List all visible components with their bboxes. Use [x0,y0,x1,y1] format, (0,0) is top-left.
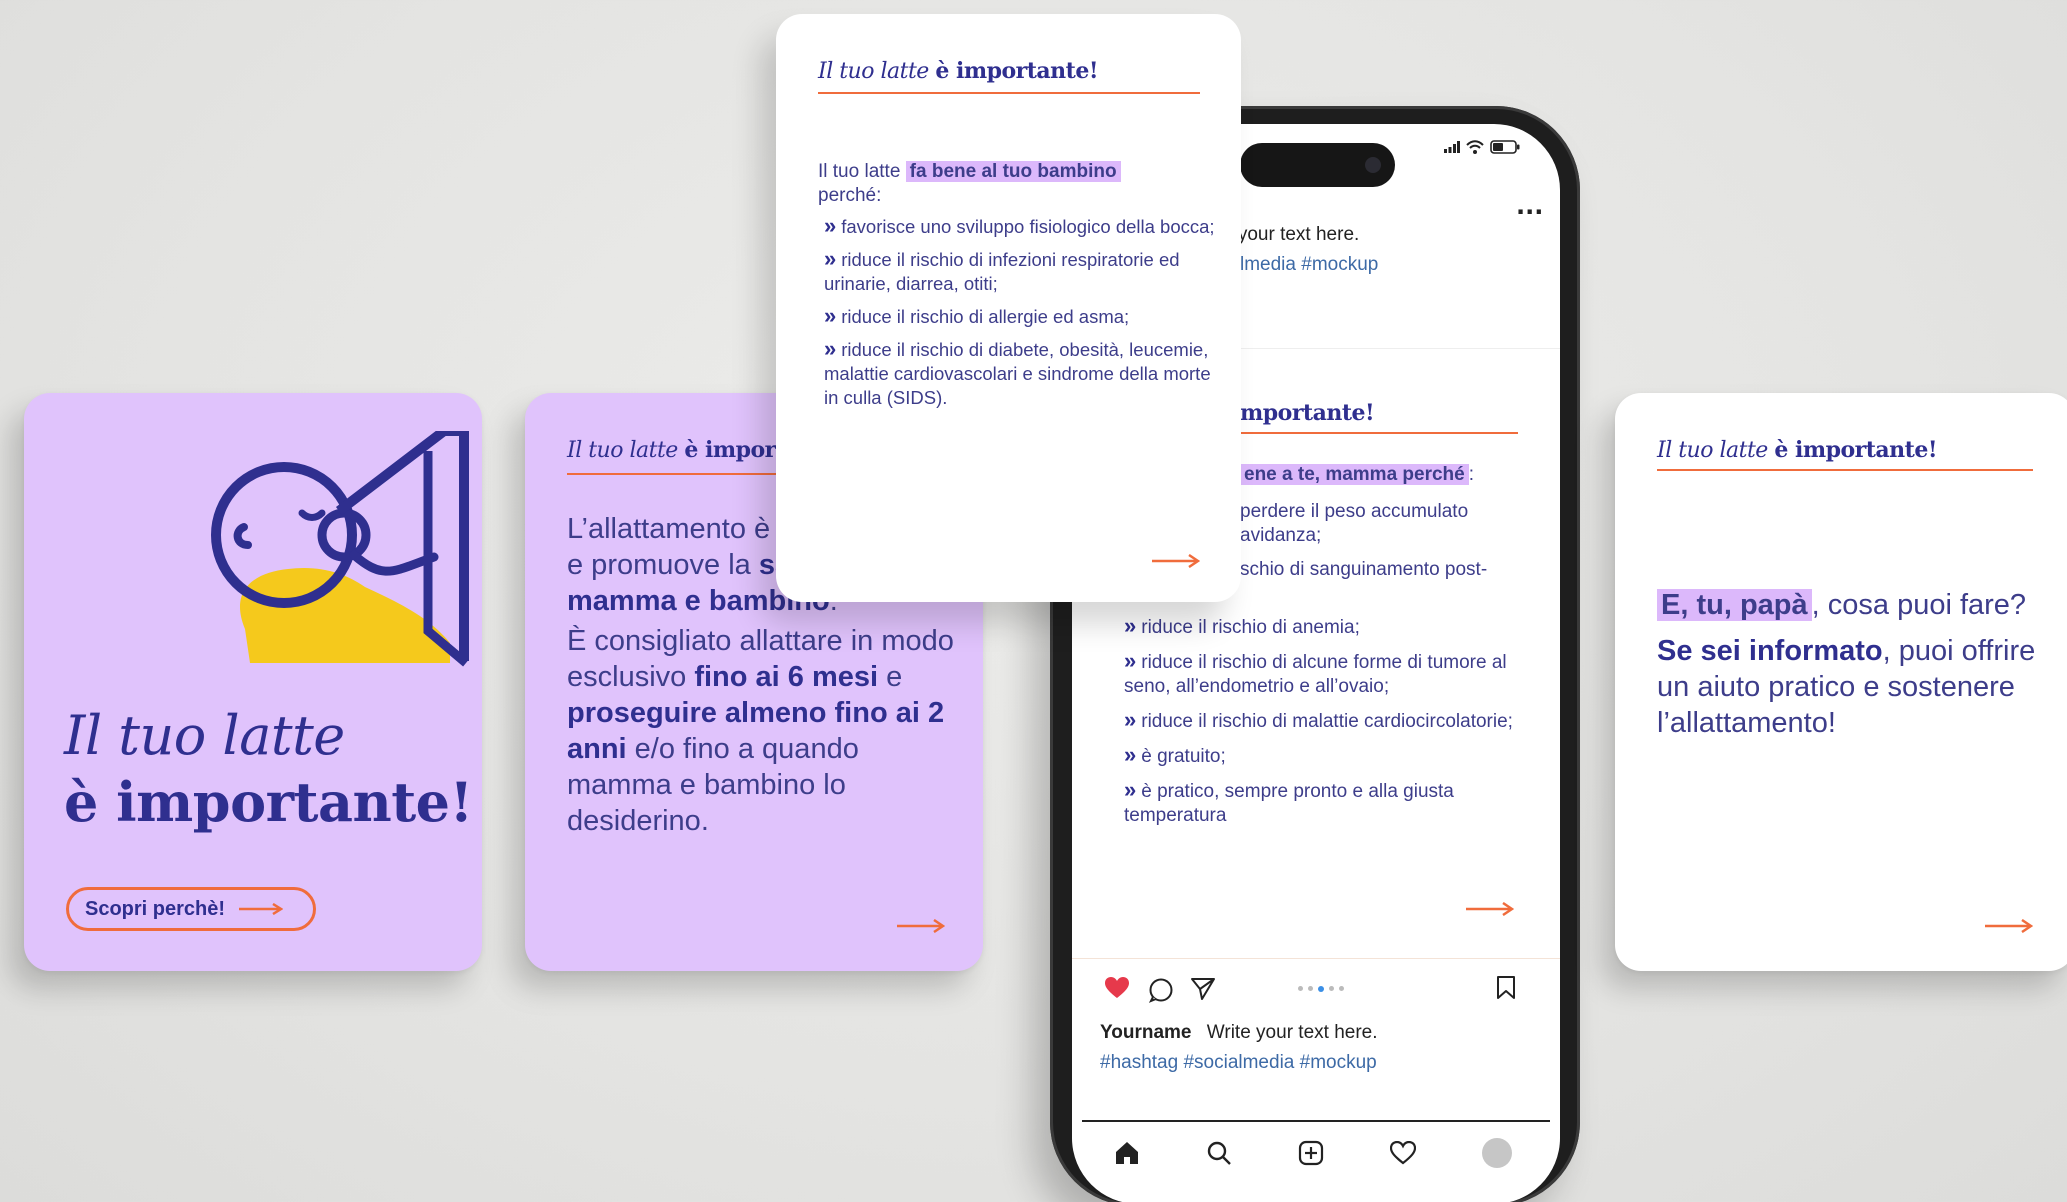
text: la [728,549,759,581]
list-item: » è pratico, sempre pronto e alla giusta … [1124,777,1454,827]
header-bold: è importante! [1774,437,1937,463]
text: perché: [818,185,882,206]
text: Il tuo latte [818,161,906,182]
header-bold: è importante! [935,58,1098,84]
battery-icon [1490,140,1520,154]
line: avidanza; [1240,525,1322,546]
list-item: » riduce il rischio di allergie ed asma; [824,303,1130,328]
card-intro: Il tuo latte fa bene al tuo bambino perc… [818,160,1218,208]
list-item: » riduce il rischio di alcune forme di tu… [1124,648,1507,698]
header-rule [818,92,1200,94]
status-bar-icons [1444,140,1520,154]
info-card-baby-benefits[interactable]: Il tuo latte è importante! Il tuo latte … [776,14,1241,602]
post-header: mportante! [1240,400,1375,426]
hashtags[interactable]: #hashtag #socialmedia #mockup [1100,1052,1377,1074]
list-item: » riduce il rischio di diabete, obesità, … [824,336,1211,409]
dot [1339,986,1344,991]
cover-card[interactable]: Il tuo latte è importante! Scopri perchè… [24,393,482,971]
share-icon[interactable] [1190,977,1216,1001]
dot-active [1318,986,1324,992]
card-header: Il tuo latte è importante! [818,58,1098,84]
caption: Yourname Write your text here. [1100,1022,1378,1044]
previous-caption: e your text here. [1222,224,1360,245]
highlight-text: E, tu, papà [1657,589,1812,621]
heart-liked-icon[interactable] [1104,976,1130,1000]
post-benefit-list: » riduce il rischio di anemia; » riduce il… [1124,614,1524,837]
text: e [878,661,903,693]
header-italic: Il tuo latte [1657,438,1768,463]
line: schio di sanguinamento post- [1240,559,1488,580]
header-rule [1657,469,2033,471]
benefit-list: » favorisce uno sviluppo fisiologico dell… [818,214,1218,418]
previous-hashtags[interactable]: lmedia #mockup [1240,254,1378,276]
caption-text: Write your text here. [1206,1022,1378,1043]
header-italic: Il tuo latte [567,438,678,463]
home-icon[interactable] [1114,1140,1140,1166]
list-item: » riduce il rischio di infezioni respirat… [824,246,1180,295]
list-item: » riduce il rischio di malattie cardiocir… [1124,707,1513,733]
text-bold: fino ai 6 mesi [694,661,879,693]
post-header-rule [1240,432,1518,434]
arrow-right-icon [239,903,284,915]
camera-icon [1365,157,1381,173]
text: L’allattamento è [567,513,779,545]
discover-why-button[interactable]: Scopri perchè! [66,887,316,931]
card-title: Il tuo latte è importante! [64,703,473,836]
text: e promuove [567,549,729,581]
more-options-icon[interactable]: ... [1516,192,1543,220]
text-bold: Se sei informato [1657,635,1883,667]
bookmark-icon[interactable] [1496,976,1516,1000]
highlight-text: ene a te, mamma perché [1240,464,1469,485]
header-italic: Il tuo latte [818,59,929,84]
carousel-dots [1298,986,1344,992]
wifi-icon [1466,140,1484,154]
next-arrow-icon[interactable] [1152,554,1200,568]
text: : [1468,464,1474,485]
dot [1298,986,1303,991]
text: , cosa puoi fare? [1811,589,2027,621]
signal-icon [1444,141,1460,153]
breastfeeding-illustration [211,431,469,667]
post-cut-lines: perdere il peso accumulato avidanza; sch… [1240,500,1487,582]
activity-heart-icon[interactable] [1390,1141,1416,1165]
username[interactable]: Yourname [1100,1022,1192,1043]
highlight-text: fa bene al tuo bambino [905,161,1121,182]
card-body: E, tu, papà, cosa puoi fare? Se sei info… [1657,587,2047,741]
search-icon[interactable] [1206,1140,1232,1166]
card-header: Il tuo latte è importante! [1657,437,1937,463]
comment-icon[interactable] [1148,977,1174,1003]
title-italic: Il tuo latte [64,704,345,767]
list-item: » favorisce uno sviluppo fisiologico dell… [824,213,1215,238]
title-bold: è importante! [64,770,473,834]
list-item: » riduce il rischio di anemia; [1124,613,1360,639]
info-card-dad[interactable]: Il tuo latte è importante! E, tu, papà, … [1615,393,2067,971]
dot [1308,986,1313,991]
cta-label: Scopri perchè! [85,897,226,920]
next-arrow-icon[interactable] [1985,919,2033,933]
add-post-icon[interactable] [1298,1140,1324,1166]
post-next-arrow-icon[interactable] [1466,902,1514,916]
next-arrow-icon[interactable] [897,919,945,933]
post-divider [1072,958,1560,959]
line: perdere il peso accumulato [1240,501,1469,522]
list-item: » è gratuito; [1124,742,1226,768]
dot [1329,986,1334,991]
nav-divider [1082,1120,1550,1122]
post-intro: ene a te, mamma perché: [1240,464,1474,486]
dynamic-island [1240,143,1395,187]
profile-avatar[interactable] [1482,1138,1512,1168]
